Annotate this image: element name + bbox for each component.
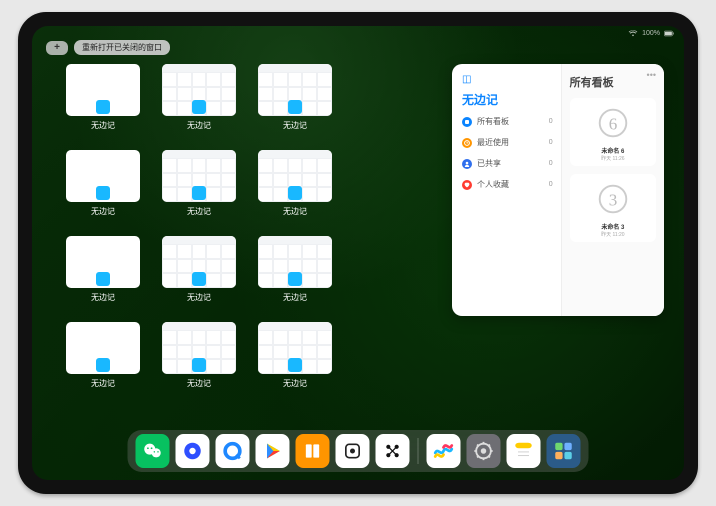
category-count: 0 (549, 118, 553, 125)
board-list: 6 未命名 6昨天 11:26 3 未命名 3昨天 11:20 (570, 98, 656, 242)
ipad-frame: 100% + 重新打开已关闭的窗口 无边记无边记无边记无边记无边记无边记无边记无… (18, 12, 698, 494)
more-icon[interactable]: ••• (647, 70, 656, 80)
category-clock[interactable]: 最近使用 0 (462, 137, 553, 148)
svg-text:6: 6 (609, 115, 618, 134)
app-window-label: 无边记 (283, 378, 307, 389)
app-window-label: 无边记 (187, 378, 211, 389)
app-window[interactable]: 无边记 (258, 322, 332, 392)
panel-sidebar: ◫ 无边记 所有看板 0 最近使用 0 已共享 0 个人收藏 0 (452, 64, 562, 316)
screen: 100% + 重新打开已关闭的窗口 无边记无边记无边记无边记无边记无边记无边记无… (32, 26, 684, 480)
window-thumbnail (258, 236, 332, 288)
reopen-closed-window-button[interactable]: 重新打开已关闭的窗口 (74, 40, 170, 55)
window-thumbnail (66, 236, 140, 288)
app-window-label: 无边记 (91, 378, 115, 389)
window-thumbnail (66, 64, 140, 116)
dock (128, 430, 589, 472)
sidebar-toggle-icon[interactable]: ◫ (462, 74, 553, 85)
window-thumbnail (258, 64, 332, 116)
app-window[interactable]: 无边记 (66, 150, 140, 220)
window-thumbnail (258, 150, 332, 202)
workspace: 无边记无边记无边记无边记无边记无边记无边记无边记无边记无边记无边记无边记 •••… (66, 64, 664, 422)
board-preview: 6 (589, 102, 637, 144)
app-window-label: 无边记 (187, 206, 211, 217)
square-icon (462, 117, 472, 127)
dock-freeform-icon[interactable] (427, 434, 461, 468)
status-bar: 100% (628, 30, 674, 37)
app-window[interactable]: 无边记 (162, 236, 236, 306)
category-person[interactable]: 已共享 0 (462, 158, 553, 169)
dock-browser-circle-icon[interactable] (176, 434, 210, 468)
dock-notes-icon[interactable] (507, 434, 541, 468)
app-window[interactable]: 无边记 (162, 64, 236, 134)
dock-books-icon[interactable] (296, 434, 330, 468)
window-thumbnail (66, 150, 140, 202)
dock-q-browser-icon[interactable] (216, 434, 250, 468)
wifi-icon (628, 30, 638, 37)
app-window[interactable]: 无边记 (258, 236, 332, 306)
toolbar: + 重新打开已关闭的窗口 (46, 40, 170, 55)
app-window[interactable]: 无边记 (162, 322, 236, 392)
board-card[interactable]: 6 未命名 6昨天 11:26 (570, 98, 656, 166)
window-thumbnail (162, 64, 236, 116)
app-window[interactable]: 无边记 (66, 236, 140, 306)
category-heart[interactable]: 个人收藏 0 (462, 179, 553, 190)
window-thumbnail (66, 322, 140, 374)
board-time: 昨天 11:26 (601, 155, 625, 162)
dock-separator (418, 438, 419, 464)
dock-dots-icon[interactable] (376, 434, 410, 468)
category-count: 0 (549, 181, 553, 188)
category-count: 0 (549, 139, 553, 146)
board-time: 昨天 11:20 (601, 231, 625, 238)
app-window-label: 无边记 (283, 120, 307, 131)
panel-content: 所有看板 6 未命名 6昨天 11:26 3 未命名 3昨天 11:20 (562, 64, 664, 316)
category-count: 0 (549, 160, 553, 167)
dock-dice-icon[interactable] (336, 434, 370, 468)
battery-icon (664, 30, 674, 37)
person-icon (462, 159, 472, 169)
board-name: 未命名 6 (601, 146, 624, 155)
battery-text: 100% (642, 30, 660, 37)
category-label: 已共享 (477, 158, 501, 169)
window-thumbnail (162, 236, 236, 288)
freeform-panel[interactable]: ••• ◫ 无边记 所有看板 0 最近使用 0 已共享 0 个人收藏 0 所有看板 6 未命名 … (452, 64, 664, 316)
app-window[interactable]: 无边记 (258, 150, 332, 220)
app-window[interactable]: 无边记 (66, 64, 140, 134)
category-label: 个人收藏 (477, 179, 509, 190)
app-window-label: 无边记 (91, 206, 115, 217)
panel-title: 无边记 (462, 91, 553, 108)
app-window-label: 无边记 (91, 292, 115, 303)
dock-app-library-icon[interactable] (547, 434, 581, 468)
dock-play-icon[interactable] (256, 434, 290, 468)
category-list: 所有看板 0 最近使用 0 已共享 0 个人收藏 0 (462, 116, 553, 190)
dock-wechat-icon[interactable] (136, 434, 170, 468)
panel-right-title: 所有看板 (570, 74, 656, 90)
board-card[interactable]: 3 未命名 3昨天 11:20 (570, 174, 656, 242)
category-square[interactable]: 所有看板 0 (462, 116, 553, 127)
app-window-label: 无边记 (91, 120, 115, 131)
category-label: 所有看板 (477, 116, 509, 127)
window-thumbnail (258, 322, 332, 374)
app-window[interactable]: 无边记 (258, 64, 332, 134)
app-window[interactable]: 无边记 (66, 322, 140, 392)
clock-icon (462, 138, 472, 148)
svg-text:3: 3 (609, 191, 618, 210)
category-label: 最近使用 (477, 137, 509, 148)
board-preview: 3 (589, 178, 637, 220)
app-window-label: 无边记 (187, 292, 211, 303)
dock-settings-icon[interactable] (467, 434, 501, 468)
window-thumbnail (162, 150, 236, 202)
app-window-label: 无边记 (187, 120, 211, 131)
app-switcher-grid: 无边记无边记无边记无边记无边记无边记无边记无边记无边记无边记无边记无边记 (66, 64, 428, 422)
new-window-button[interactable]: + (46, 41, 68, 55)
board-name: 未命名 3 (601, 222, 624, 231)
app-window-label: 无边记 (283, 292, 307, 303)
heart-icon (462, 180, 472, 190)
app-window-label: 无边记 (283, 206, 307, 217)
window-thumbnail (162, 322, 236, 374)
app-window[interactable]: 无边记 (162, 150, 236, 220)
